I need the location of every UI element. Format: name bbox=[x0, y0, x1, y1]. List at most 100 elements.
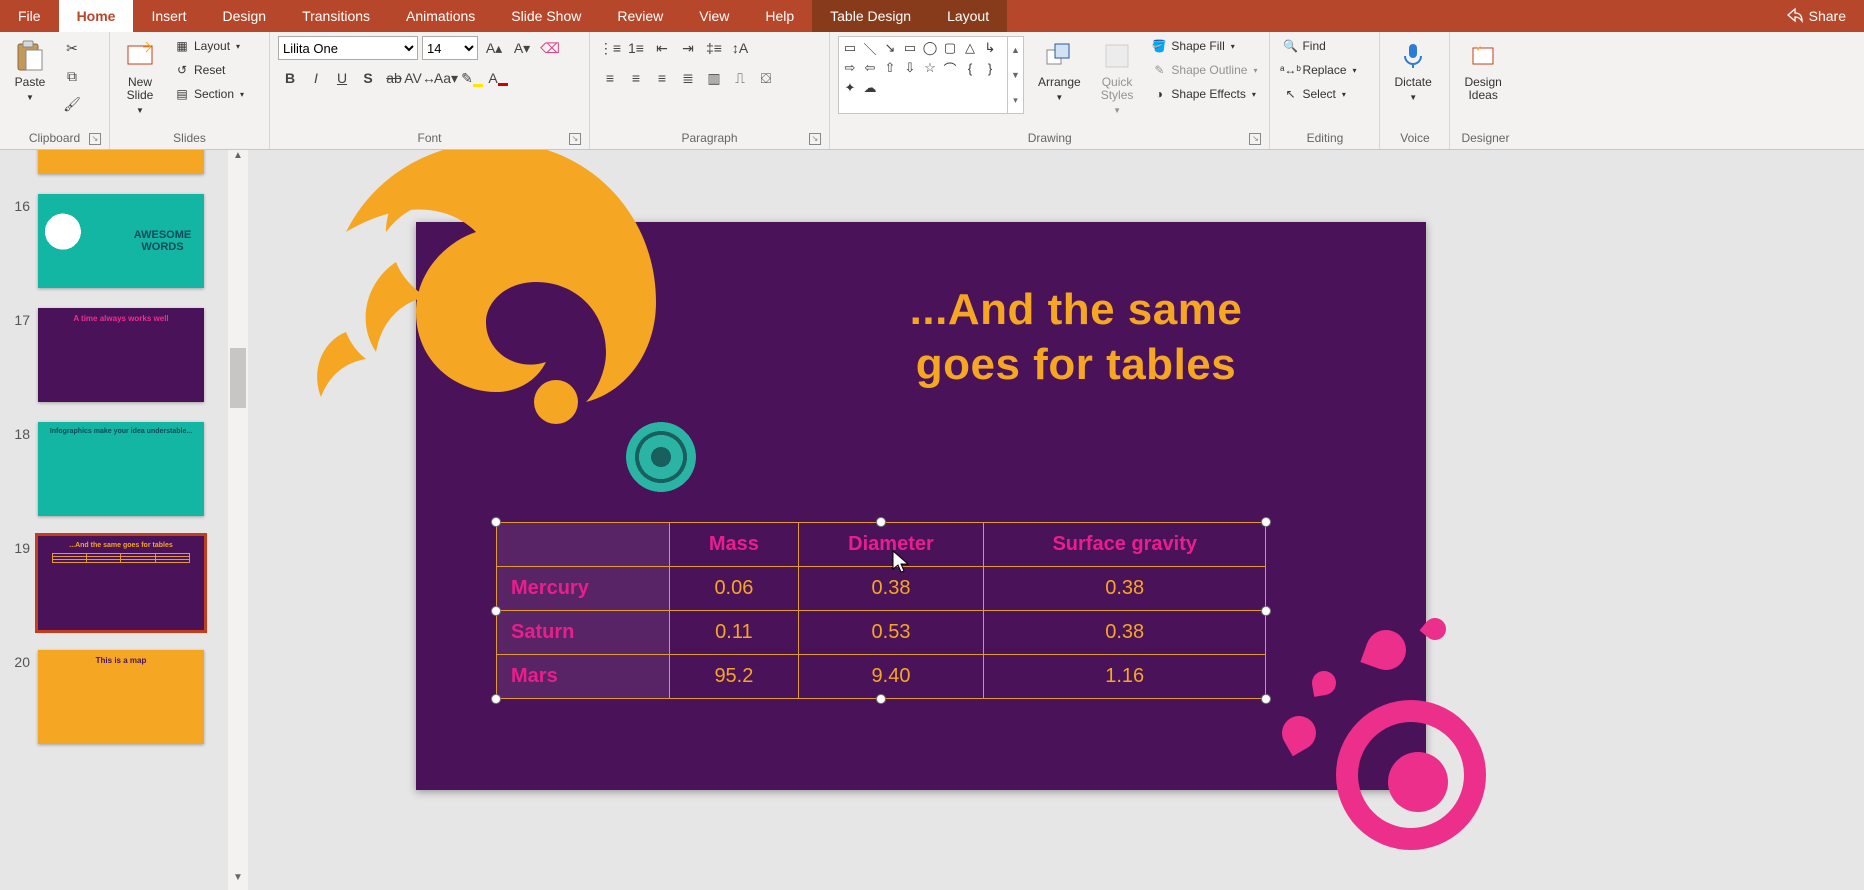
shape-textbox[interactable]: ▭ bbox=[841, 39, 859, 57]
shape-oval[interactable]: ◯ bbox=[921, 39, 939, 57]
tab-file[interactable]: File bbox=[0, 0, 59, 32]
table-row[interactable]: Mercury 0.06 0.38 0.38 bbox=[497, 567, 1266, 611]
table-cell[interactable]: 0.11 bbox=[670, 611, 798, 655]
font-name-select[interactable]: Lilita One bbox=[278, 36, 418, 60]
decrease-indent-button[interactable]: ⇤ bbox=[650, 36, 674, 60]
copy-button[interactable]: ⧉ bbox=[60, 64, 84, 88]
clear-formatting-button[interactable]: ⌫ bbox=[538, 36, 562, 60]
align-text-button[interactable]: ⎍ bbox=[728, 66, 752, 90]
slide-title[interactable]: ...And the same goes for tables bbox=[786, 282, 1366, 392]
selection-handle[interactable] bbox=[876, 517, 886, 527]
scroll-up-icon[interactable]: ▲ bbox=[1008, 37, 1023, 62]
table-cell[interactable]: 0.38 bbox=[984, 611, 1266, 655]
increase-font-button[interactable]: A▴ bbox=[482, 36, 506, 60]
slide-layout-button[interactable]: ▦Layout▾ bbox=[170, 36, 248, 56]
shape-arrow-up[interactable]: ⇧ bbox=[881, 59, 899, 77]
slide-canvas[interactable]: ...And the same goes for tables Mass Dia… bbox=[248, 150, 1864, 890]
scroll-down-icon[interactable]: ▼ bbox=[1008, 62, 1023, 87]
selection-handle[interactable] bbox=[491, 517, 501, 527]
shapes-gallery-scroll[interactable]: ▲ ▼ ▾ bbox=[1008, 36, 1024, 114]
selection-handle[interactable] bbox=[1261, 517, 1271, 527]
shape-curve[interactable]: ⌒ bbox=[941, 59, 959, 77]
clipboard-launcher[interactable]: ↘ bbox=[89, 133, 101, 145]
shape-rect[interactable]: ▭ bbox=[901, 39, 919, 57]
tab-insert[interactable]: Insert bbox=[133, 0, 204, 32]
smartart-button[interactable]: ⛋ bbox=[754, 66, 778, 90]
shape-arrow-left[interactable]: ⇦ bbox=[861, 59, 879, 77]
shape-outline-button[interactable]: ✎Shape Outline▾ bbox=[1147, 60, 1261, 80]
selection-handle[interactable] bbox=[1261, 694, 1271, 704]
quick-styles-button[interactable]: Quick Styles ▼ bbox=[1095, 36, 1140, 119]
design-ideas-button[interactable]: Design Ideas bbox=[1458, 36, 1507, 106]
shapes-gallery[interactable]: ▭ ＼ ↘ ▭ ◯ ▢ △ ↳ ⇨ ⇦ ⇧ ⇩ ☆ ⌒ { } ✦ bbox=[838, 36, 1008, 114]
tab-transitions[interactable]: Transitions bbox=[284, 0, 388, 32]
table-cell[interactable]: 0.38 bbox=[984, 567, 1266, 611]
shape-rounded-rect[interactable]: ▢ bbox=[941, 39, 959, 57]
tab-home[interactable]: Home bbox=[59, 0, 134, 32]
justify-button[interactable]: ≣ bbox=[676, 66, 700, 90]
tab-table-design[interactable]: Table Design bbox=[812, 0, 929, 32]
table-row-header[interactable]: Mars bbox=[497, 655, 670, 699]
shape-star[interactable]: ☆ bbox=[921, 59, 939, 77]
new-slide-button[interactable]: New Slide ▼ bbox=[118, 36, 162, 119]
selection-handle[interactable] bbox=[876, 694, 886, 704]
table-cell[interactable]: 1.16 bbox=[984, 655, 1266, 699]
shape-fill-button[interactable]: 🪣Shape Fill▾ bbox=[1147, 36, 1261, 56]
line-spacing-button[interactable]: ‡≡ bbox=[702, 36, 726, 60]
thumbnails-scrollbar[interactable]: ▲ ▼ bbox=[228, 150, 248, 890]
section-button[interactable]: ▤Section▾ bbox=[170, 84, 248, 104]
bold-button[interactable]: B bbox=[278, 66, 302, 90]
bullets-button[interactable]: ⋮≡ bbox=[598, 36, 622, 60]
slide-table[interactable]: Mass Diameter Surface gravity Mercury 0.… bbox=[496, 522, 1266, 699]
table-col-header[interactable]: Diameter bbox=[798, 523, 984, 567]
share-button[interactable]: Share bbox=[1769, 0, 1864, 32]
tab-slideshow[interactable]: Slide Show bbox=[493, 0, 599, 32]
paragraph-launcher[interactable]: ↘ bbox=[809, 133, 821, 145]
paste-button[interactable]: Paste ▼ bbox=[8, 36, 52, 106]
shape-triangle[interactable]: △ bbox=[961, 39, 979, 57]
shape-arrow-line[interactable]: ↘ bbox=[881, 39, 899, 57]
table-row[interactable]: Mars 95.2 9.40 1.16 bbox=[497, 655, 1266, 699]
find-button[interactable]: 🔍Find bbox=[1278, 36, 1360, 56]
format-painter-button[interactable]: 🖌 bbox=[60, 92, 84, 116]
dictate-button[interactable]: Dictate ▼ bbox=[1388, 36, 1437, 106]
scroll-handle[interactable] bbox=[230, 348, 246, 408]
drawing-launcher[interactable]: ↘ bbox=[1249, 133, 1261, 145]
selection-handle[interactable] bbox=[1261, 606, 1271, 616]
scroll-down-icon[interactable]: ▼ bbox=[228, 872, 248, 890]
table-col-header[interactable]: Surface gravity bbox=[984, 523, 1266, 567]
slide-thumb-20[interactable]: This is a map bbox=[38, 650, 204, 744]
shape-brace-l[interactable]: { bbox=[961, 59, 979, 77]
cut-button[interactable]: ✂ bbox=[60, 36, 84, 60]
align-center-button[interactable]: ≡ bbox=[624, 66, 648, 90]
slide-thumb-19[interactable]: ...And the same goes for tables bbox=[38, 536, 204, 630]
shape-cloud[interactable]: ☁ bbox=[861, 79, 879, 97]
table-cell[interactable]: 0.06 bbox=[670, 567, 798, 611]
underline-button[interactable]: U bbox=[330, 66, 354, 90]
shape-callout[interactable]: ✦ bbox=[841, 79, 859, 97]
selection-handle[interactable] bbox=[491, 694, 501, 704]
slide-thumb-18[interactable]: Infographics make your idea understable.… bbox=[38, 422, 204, 516]
tab-animations[interactable]: Animations bbox=[388, 0, 493, 32]
scroll-up-icon[interactable]: ▲ bbox=[228, 150, 248, 168]
table-cell[interactable]: 0.53 bbox=[798, 611, 984, 655]
table-row-header[interactable]: Mercury bbox=[497, 567, 670, 611]
slide-thumb-16[interactable]: AWESOME WORDS bbox=[38, 194, 204, 288]
tab-view[interactable]: View bbox=[681, 0, 747, 32]
tab-layout[interactable]: Layout bbox=[929, 0, 1007, 32]
font-size-select[interactable]: 14 bbox=[422, 36, 478, 60]
reset-slide-button[interactable]: ↺Reset bbox=[170, 60, 248, 80]
strikethrough-button[interactable]: ab bbox=[382, 66, 406, 90]
select-button[interactable]: ↖Select▾ bbox=[1278, 84, 1360, 104]
table-cell[interactable]: 95.2 bbox=[670, 655, 798, 699]
columns-button[interactable]: ▥ bbox=[702, 66, 726, 90]
align-right-button[interactable]: ≡ bbox=[650, 66, 674, 90]
text-shadow-button[interactable]: S bbox=[356, 66, 380, 90]
shape-arrow-down[interactable]: ⇩ bbox=[901, 59, 919, 77]
font-color-button[interactable]: A bbox=[486, 66, 510, 90]
replace-button[interactable]: ᵃ↔ᵇReplace▾ bbox=[1278, 60, 1360, 80]
scroll-more-icon[interactable]: ▾ bbox=[1008, 88, 1023, 113]
tab-review[interactable]: Review bbox=[599, 0, 681, 32]
arrange-button[interactable]: Arrange ▼ bbox=[1032, 36, 1087, 106]
decrease-font-button[interactable]: A▾ bbox=[510, 36, 534, 60]
